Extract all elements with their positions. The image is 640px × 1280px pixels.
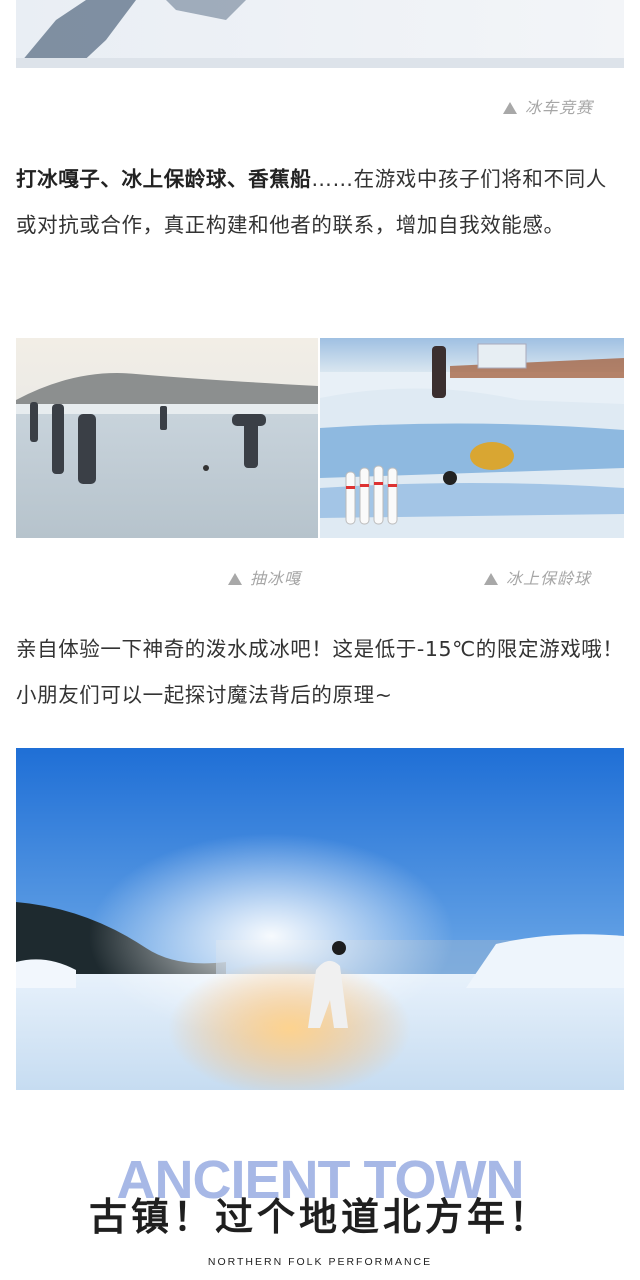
ice-top-photo [16, 338, 318, 538]
triangle-icon [484, 573, 498, 585]
section-subtitle: NORTHERN FOLK PERFORMANCE [207, 1256, 433, 1268]
water-to-ice-photo [16, 748, 624, 1090]
caption-ice-car-race: 冰车竞赛 [503, 94, 593, 118]
paragraph-water-to-ice: 亲自体验一下神奇的泼水成冰吧！这是低于-15℃的限定游戏哦！小朋友们可以一起探讨… [16, 626, 626, 718]
section-chinese-title: 古镇！过个地道北方年！ [88, 1195, 551, 1239]
games-bold-text: 打冰嘎子、冰上保龄球、香蕉船 [16, 167, 312, 191]
triangle-icon [228, 573, 242, 585]
caption-ice-top: 抽冰嘎 [228, 565, 301, 589]
caption-ice-bowling: 冰上保龄球 [484, 565, 591, 589]
water-to-ice-text: 亲自体验一下神奇的泼水成冰吧！这是低于-15℃的限定游戏哦！小朋友们可以一起探讨… [16, 637, 624, 707]
paragraph-games: 打冰嘎子、冰上保龄球、香蕉船……在游戏中孩子们将和不同人或对抗或合作，真正构建和… [16, 156, 626, 248]
triangle-icon [503, 102, 517, 114]
ice-bowling-photo [320, 338, 624, 538]
snow-shadow-photo [16, 0, 624, 68]
